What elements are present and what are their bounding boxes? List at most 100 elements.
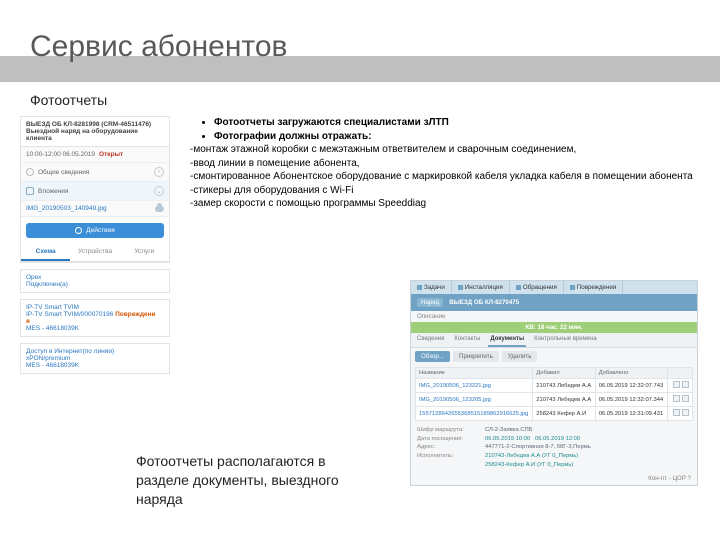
cell-date: 06.05.2019 12:32:07.743 (595, 379, 667, 393)
mobile-time: 10:00-12:00 06.05.2019 (26, 151, 95, 158)
content-block: Фотоотчеты загружаются специалистами зЛТ… (186, 116, 694, 211)
download-icon[interactable] (673, 409, 680, 416)
mobile-block-1: Орех Подключен(а) (20, 269, 170, 293)
subtab-attach[interactable]: Прикрепить (453, 351, 499, 362)
menu-install-label: Инсталляция (465, 284, 503, 291)
mobile-file-row[interactable]: IMG_20190503_140949.jpg (21, 201, 169, 217)
b3-c[interactable]: MES - 46618039K (26, 362, 164, 369)
b3-a[interactable]: Доступ в Интернет(по линии) (26, 348, 164, 355)
table-header: Название Добавил Добавлено (416, 368, 693, 379)
subtab-browse[interactable]: Обзор... (415, 351, 450, 362)
crm-meta: Шифр маршрута:СЛ-2-Заявка СПБ Дата посещ… (411, 423, 697, 472)
table-row[interactable]: 1557128642655368515189862916625.jpg 2582… (416, 407, 693, 421)
mobile-status: Открыт (99, 151, 123, 158)
meta-v1: СЛ-2-Заявка СПБ (485, 427, 532, 433)
table-row[interactable]: IMG_20190506_123221.jpg 210743 Лебедев А… (416, 379, 693, 393)
page-title: Сервис абонентов (30, 30, 287, 64)
crm-order: Наряд ВЫЕЗД ОБ КЛ-8270475 (411, 294, 697, 311)
th-date[interactable]: Добавлено (595, 368, 667, 379)
bullet-2: Фотографии должны отражать: (214, 130, 694, 144)
download-icon[interactable] (673, 381, 680, 388)
menu-faults[interactable]: Повреждения (564, 281, 623, 294)
meta-v4a: 210743-Лебедев А.А (УГ 0_Пермь) (485, 453, 578, 459)
cell-date: 06.05.2019 12:31:09.431 (595, 407, 667, 421)
cell-user: 258243 Кефер А.И (533, 407, 595, 421)
menu-requests[interactable]: Обращения (510, 281, 564, 294)
subtitle: Фотоотчеты (30, 92, 107, 108)
tab-services[interactable]: Услуги (120, 244, 169, 261)
crm-kb: КВ: 18 час. 22 мин. (411, 322, 697, 333)
tab-documents[interactable]: Документы (488, 333, 526, 347)
menu-tasks-label: Задачи (424, 284, 445, 291)
line-1: -монтаж этажной коробки с межэтажным отв… (190, 143, 694, 157)
paperclip-icon (26, 187, 34, 195)
th-name[interactable]: Название (416, 368, 533, 379)
crm-panel: Задачи Инсталляция Обращения Повреждения… (410, 280, 698, 486)
tab-times[interactable]: Контрольные времена (532, 333, 599, 347)
b2-c: Повреждени (115, 311, 155, 318)
menu-install[interactable]: Инсталляция (452, 281, 510, 294)
subtab-delete[interactable]: Удалить (502, 351, 538, 362)
meta-v3: 447771-2-Спортивная 8-7, 68Г-3,Пермь (485, 444, 591, 450)
b1-b[interactable]: Подключен(а) (26, 281, 164, 288)
crm-table: Название Добавил Добавлено IMG_20190506_… (415, 367, 693, 421)
crm-subtabs: Обзор... Прикрепить Удалить (411, 348, 697, 365)
tab-contacts[interactable]: Контакты (452, 333, 482, 347)
mobile-panel: ВЫЕЗД ОБ КЛ-8281998 (CRM-46511476) Выезд… (20, 116, 170, 380)
meta-k4: Исполнитель: (417, 452, 485, 461)
footer-note: Фотоотчеты располагаются в разделе докум… (136, 452, 366, 509)
table-row[interactable]: IMG_20190506_123205.jpg 210743 Лебедев А… (416, 393, 693, 407)
order-label: Наряд (417, 298, 443, 307)
chevron-icon: ⌄ (154, 186, 164, 196)
square-icon (516, 285, 521, 290)
tab-devices[interactable]: Устройства (70, 244, 119, 261)
delete-icon[interactable] (682, 381, 689, 388)
mobile-time-row: 10:00-12:00 06.05.2019 Открыт (21, 147, 169, 163)
cloud-icon[interactable] (155, 206, 164, 212)
th-actions (667, 368, 692, 379)
info-icon (26, 168, 34, 176)
square-icon (417, 285, 422, 290)
file-link[interactable]: IMG_20190506_123221.jpg (419, 383, 491, 389)
mobile-row-general-label: Общие сведения (38, 169, 89, 176)
b1-a[interactable]: Орех (26, 274, 164, 281)
tab-info[interactable]: Сведения (415, 333, 446, 347)
cell-user: 210743 Лебедев А.А (533, 393, 595, 407)
meta-v4b: 258243-Кефер А.И (УГ 0_Пермь) (485, 462, 573, 468)
chevron-icon: › (154, 167, 164, 177)
delete-icon[interactable] (682, 395, 689, 402)
crm-desc: Описание (411, 311, 697, 322)
line-2: -ввод линии в помещение абонента, (190, 157, 694, 171)
mobile-file-link[interactable]: IMG_20190503_140949.jpg (26, 205, 107, 212)
mobile-block-3: Доступ в Интернет(по линии) xPON/premium… (20, 343, 170, 374)
menu-faults-label: Повреждения (577, 284, 616, 291)
meta-v2: 06.05.2019 10:00 (485, 436, 530, 442)
th-user[interactable]: Добавил (533, 368, 595, 379)
b2-e[interactable]: MES - 46618039K (26, 325, 164, 332)
file-link[interactable]: 1557128642655368515189862916625.jpg (419, 411, 528, 417)
plus-icon (75, 227, 82, 234)
b3-b[interactable]: xPON/premium (26, 355, 164, 362)
delete-icon[interactable] (682, 409, 689, 416)
crm-foot: Кон-пт - ЦОР ? (411, 472, 697, 485)
mobile-tabs: Схема Устройства Услуги (21, 244, 169, 262)
download-icon[interactable] (673, 395, 680, 402)
line-5: -замер скорости с помощью программы Spee… (190, 197, 694, 211)
order-number: ВЫЕЗД ОБ КЛ-8270475 (449, 299, 519, 306)
meta-k2: Дата посещения: (417, 435, 485, 444)
menu-tasks[interactable]: Задачи (411, 281, 452, 294)
b2-b[interactable]: IP-TV Smart TVIM/000070196 (26, 311, 113, 318)
b2-d: я (26, 318, 164, 325)
line-4: -стикеры для оборудования с Wi-Fi (190, 184, 694, 198)
mobile-row-attach-label: Вложения (38, 188, 68, 195)
tab-schema[interactable]: Схема (21, 244, 70, 261)
file-link[interactable]: IMG_20190506_123205.jpg (419, 397, 491, 403)
line-3: -смонтированное Абонентское оборудование… (190, 170, 694, 184)
meta-k1: Шифр маршрута: (417, 426, 485, 435)
square-icon (570, 285, 575, 290)
menu-requests-label: Обращения (523, 284, 557, 291)
b2-a[interactable]: IP-TV Smart TVIM (26, 304, 164, 311)
mobile-row-general[interactable]: Общие сведения › (21, 163, 169, 182)
upload-button[interactable]: Действия (26, 223, 164, 238)
mobile-row-attach[interactable]: Вложения ⌄ (21, 182, 169, 201)
